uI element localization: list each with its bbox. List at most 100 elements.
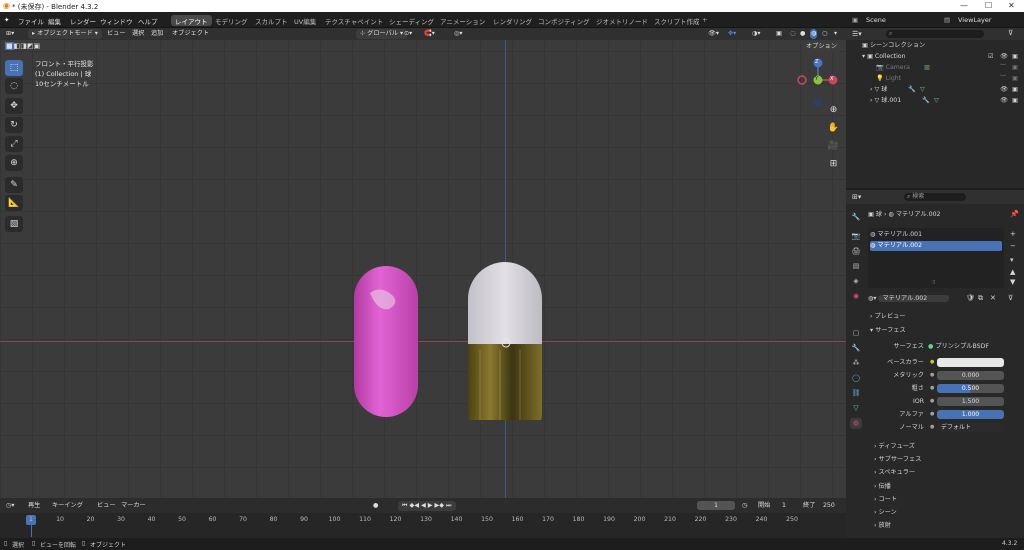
tab-shading[interactable]: シェーディング bbox=[385, 15, 438, 26]
subpanel-header[interactable]: › スペキュラー bbox=[874, 468, 915, 478]
shading-wireframe-icon[interactable]: ◌ bbox=[790, 29, 795, 39]
material-slot-item[interactable]: ◍ マテリアル.001 bbox=[870, 230, 1002, 240]
list-resize-handle[interactable]: ⠿ bbox=[932, 280, 936, 286]
move-up-icon[interactable]: ▲ bbox=[1010, 268, 1015, 276]
end-frame-field[interactable]: 250 bbox=[823, 501, 835, 511]
base-color-swatch[interactable] bbox=[937, 358, 1004, 367]
subpanel-header[interactable]: › 放射 bbox=[874, 521, 891, 531]
close-button[interactable]: ✕ bbox=[1008, 1, 1015, 10]
render-tab-icon[interactable]: 📷 bbox=[850, 231, 862, 242]
param-field[interactable]: 1.000 bbox=[937, 410, 1004, 419]
minimize-button[interactable]: — bbox=[960, 1, 968, 10]
render-disabled-icon[interactable]: ▣ bbox=[1012, 63, 1018, 73]
menu-window[interactable]: ウィンドウ bbox=[100, 16, 133, 26]
menu-view[interactable]: ビュー bbox=[107, 29, 126, 39]
hidden-icon[interactable]: ︶ bbox=[1000, 63, 1006, 73]
visibility-icon[interactable]: 👁▾ bbox=[708, 29, 719, 39]
capsule-objects[interactable] bbox=[340, 255, 570, 420]
surface-shader-field[interactable]: ● プリンシプルBSDF bbox=[928, 342, 989, 352]
material-slot-item-selected[interactable]: ◍ マテリアル.002 bbox=[870, 241, 1002, 251]
tab-rendering[interactable]: レンダリング bbox=[489, 15, 536, 26]
constraints-tab-icon[interactable]: ⛓ bbox=[850, 388, 862, 399]
properties-editor-icon[interactable]: ⊞▾ bbox=[852, 193, 861, 201]
3d-viewport[interactable]: ■◧◨◩▣ フロント・平行投影 (1) Collection | 球 10センチ… bbox=[0, 40, 846, 498]
fake-user-icon[interactable]: 🛡 bbox=[966, 294, 975, 302]
zoom-icon[interactable]: ⊕ bbox=[826, 103, 841, 118]
rotate-tool-icon[interactable]: ↻ bbox=[5, 117, 23, 133]
properties-search-field[interactable]: ⌕ 検索 bbox=[904, 193, 966, 201]
timeline-menu-view[interactable]: ビュー bbox=[97, 501, 116, 511]
current-frame-field[interactable]: 1 bbox=[697, 501, 735, 510]
tab-scripting[interactable]: スクリプト作成 bbox=[650, 15, 704, 26]
timeline-ruler[interactable]: 1 10 20 30 40 50 60 70 80 90 100 110 120 130 140 150 160… bbox=[0, 513, 846, 538]
outliner-row-sphere[interactable]: › ▽ 球 🔧 ▽ 👁 ▣ bbox=[846, 85, 1024, 95]
hidden-icon[interactable]: ︶ bbox=[1000, 74, 1006, 84]
menu-edit[interactable]: 編集 bbox=[48, 16, 61, 26]
timeline-menu-keying[interactable]: キーイング bbox=[52, 501, 83, 511]
unlink-material-icon[interactable]: ✕ bbox=[990, 294, 996, 302]
output-tab-icon[interactable]: 🖨 bbox=[850, 246, 862, 257]
checkbox-icon[interactable]: ☑ bbox=[988, 52, 994, 62]
scene-selector[interactable]: Scene bbox=[866, 16, 886, 24]
outliner-row-sphere-001[interactable]: › ▽ 球.001 🔧 ▽ 👁 ▣ bbox=[846, 96, 1024, 106]
slot-specials-icon[interactable]: ▾ bbox=[1010, 256, 1014, 264]
shading-material-icon[interactable]: ◍ bbox=[810, 29, 818, 39]
preview-panel-header[interactable]: › プレビュー bbox=[870, 312, 905, 322]
socket-dot-icon[interactable]: ● bbox=[930, 424, 934, 430]
viewlayer-selector[interactable]: ViewLayer bbox=[958, 16, 992, 24]
menu-file[interactable]: ファイル bbox=[18, 16, 44, 26]
overlay-toggle-icon[interactable]: ◑▾ bbox=[752, 29, 761, 39]
camera-render-icon[interactable]: ▣ bbox=[1012, 85, 1018, 95]
socket-dot-icon[interactable]: ● bbox=[930, 359, 934, 365]
perspective-toggle-icon[interactable]: ⊞ bbox=[826, 157, 841, 172]
measure-tool-icon[interactable]: 📐 bbox=[5, 195, 23, 211]
physics-tab-icon[interactable]: ◯ bbox=[850, 373, 862, 384]
outliner-search-field[interactable]: ⌕ bbox=[886, 30, 984, 38]
blender-menu-icon[interactable]: ✦ bbox=[4, 16, 9, 24]
pivot-icon[interactable]: ⊙▾ bbox=[404, 29, 412, 39]
particles-tab-icon[interactable]: ⁂ bbox=[850, 358, 862, 369]
orientation-selector[interactable]: ⊹ グローバル ▾ bbox=[356, 29, 408, 39]
outliner-scene-collection[interactable]: ▣ シーンコレクション bbox=[846, 41, 1024, 51]
camera-render-icon[interactable]: ▣ bbox=[1012, 96, 1018, 106]
playback-controls[interactable]: ⏮ ◆◀ ◀ ▶ ▶◆ ⏭ bbox=[398, 501, 456, 511]
select-mode-icons[interactable]: ■◧◨◩▣ bbox=[5, 42, 40, 50]
param-field[interactable]: 0.500 bbox=[937, 384, 1004, 393]
start-frame-field[interactable]: 1 bbox=[782, 501, 786, 511]
add-cube-tool-icon[interactable]: ▧ bbox=[5, 216, 23, 232]
menu-add[interactable]: 追加 bbox=[151, 29, 163, 39]
view-layer-tab-icon[interactable]: ▤ bbox=[850, 261, 862, 272]
param-field[interactable]: デフォルト bbox=[937, 423, 1004, 432]
move-tool-icon[interactable]: ✥ bbox=[5, 98, 23, 114]
subpanel-header[interactable]: › サブサーフェス bbox=[874, 455, 921, 465]
material-browse-icon[interactable]: ◍▾ bbox=[868, 295, 878, 302]
object-tab-icon[interactable]: ▢ bbox=[850, 328, 862, 339]
material-tab-icon[interactable]: ◍ bbox=[850, 418, 862, 429]
eye-icon[interactable]: 👁 bbox=[1000, 85, 1008, 95]
socket-dot-icon[interactable]: ● bbox=[930, 411, 934, 417]
outliner-row-light[interactable]: 💡 Light ︶ ▣ bbox=[846, 74, 1024, 84]
annotate-tool-icon[interactable]: ✎ bbox=[5, 177, 23, 193]
timeline-menu-marker[interactable]: マーカー bbox=[121, 501, 146, 511]
socket-dot-icon[interactable]: ● bbox=[930, 385, 934, 391]
select-box-tool-icon[interactable]: ⬚ bbox=[5, 60, 23, 76]
maximize-button[interactable]: ☐ bbox=[985, 1, 992, 10]
add-workspace-icon[interactable]: + bbox=[702, 16, 707, 24]
pin-icon[interactable]: 📌 bbox=[1010, 210, 1019, 218]
subpanel-header[interactable]: › ディフューズ bbox=[874, 442, 915, 452]
tab-compositing[interactable]: コンポジティング bbox=[534, 15, 594, 26]
outliner-editor-icon[interactable]: ☰▾ bbox=[852, 30, 862, 38]
subpanel-header[interactable]: › シーン bbox=[874, 508, 897, 518]
menu-object[interactable]: オブジェクト bbox=[172, 29, 209, 39]
scene-tab-icon[interactable]: ◈ bbox=[850, 276, 862, 287]
modifier-tab-icon[interactable]: 🔧 bbox=[850, 343, 862, 354]
proportional-edit-icon[interactable]: ◎▾ bbox=[454, 29, 463, 39]
scale-tool-icon[interactable]: ⤢ bbox=[5, 136, 23, 152]
pan-hand-icon[interactable]: ✋ bbox=[826, 121, 841, 136]
world-tab-icon[interactable]: ◉ bbox=[850, 291, 862, 302]
material-name-field[interactable]: マテリアル.002 bbox=[878, 295, 950, 302]
menu-render[interactable]: レンダー bbox=[70, 16, 96, 26]
param-field[interactable]: 0.000 bbox=[937, 371, 1004, 380]
eye-icon[interactable]: 👁 bbox=[1000, 52, 1008, 62]
play-reverse-icon[interactable]: ◀ bbox=[421, 502, 426, 509]
